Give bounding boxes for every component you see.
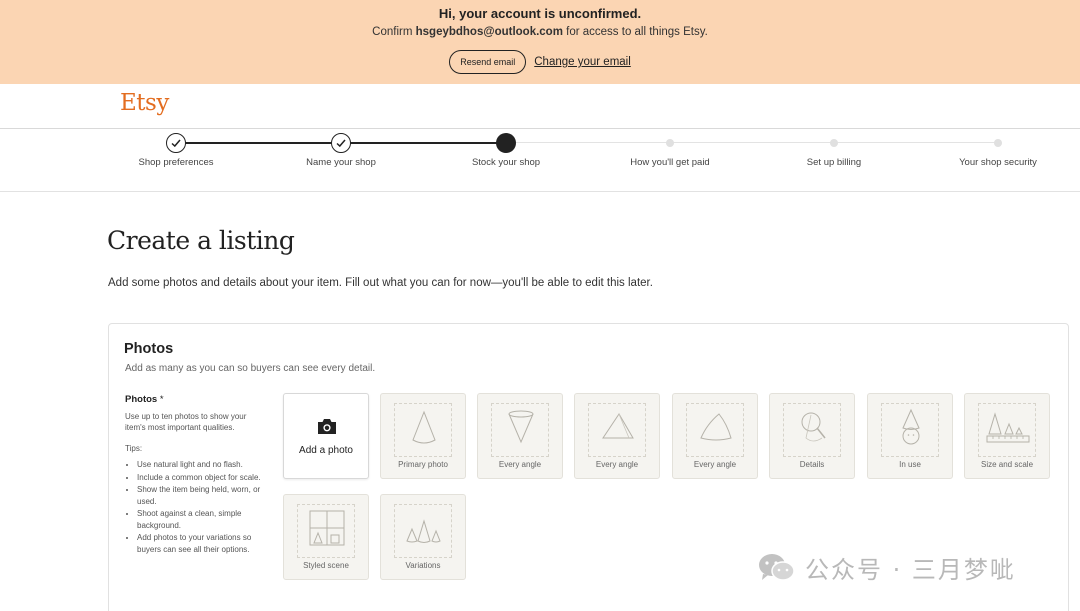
step-2-check-icon [331, 133, 351, 153]
change-email-link[interactable]: Change your email [534, 56, 631, 68]
slot-label: Details [799, 460, 825, 469]
slot-label: Size and scale [980, 460, 1034, 469]
add-photo-label: Add a photo [299, 445, 353, 456]
cone-icon [412, 410, 436, 444]
header-divider [0, 128, 1080, 129]
unconfirmed-account-banner: Hi, your account is unconfirmed. Confirm… [0, 0, 1080, 84]
ruler-icon [986, 412, 1030, 443]
photo-slot-in-use[interactable]: In use [867, 393, 953, 479]
tips-list: Use natural light and no flash. Include … [125, 459, 265, 555]
photos-guidance: Photos * Use up to ten photos to show yo… [125, 394, 265, 556]
photo-slot-every-angle[interactable]: Every angle [477, 393, 563, 479]
slot-label: Every angle [595, 460, 639, 469]
page-title: Create a listing [107, 226, 295, 255]
slot-label: Variations [405, 561, 441, 570]
page-subtitle: Add some photos and details about your i… [108, 277, 653, 289]
slot-label: Primary photo [398, 460, 448, 469]
etsy-logo[interactable]: Etsy [120, 90, 169, 116]
photo-slot-primary[interactable]: Primary photo [380, 393, 466, 479]
window-scene-icon [309, 510, 345, 546]
step-5-dot [830, 139, 838, 147]
photos-field-label-text: Photos [125, 394, 158, 405]
tip-item: Show the item being held, worn, or used. [137, 484, 265, 507]
tip-item: Use natural light and no flash. [137, 459, 265, 471]
stepper-divider [0, 191, 1080, 192]
step-label-shop-preferences[interactable]: Shop preferences [139, 157, 214, 168]
tip-item: Add photos to your variations so buyers … [137, 532, 265, 555]
cone-side-icon [602, 413, 634, 439]
photo-slot-details[interactable]: Details [769, 393, 855, 479]
banner-message: Confirm hsgeybdhos@outlook.com for acces… [0, 26, 1080, 38]
photos-section-subtitle: Add as many as you can so buyers can see… [125, 363, 376, 374]
add-photo-button[interactable]: Add a photo [283, 393, 369, 479]
photos-field-label: Photos * [125, 394, 265, 406]
banner-title: Hi, your account is unconfirmed. [438, 6, 642, 21]
banner-email: hsgeybdhos@outlook.com [415, 26, 563, 38]
wechat-watermark: 公众号 · 三月梦呲 [757, 550, 1016, 585]
banner-msg-prefix: Confirm [372, 26, 413, 38]
step-6-dot [994, 139, 1002, 147]
step-label-set-up-billing: Set up billing [806, 157, 862, 168]
step-label-stock-your-shop: Stock your shop [471, 157, 541, 168]
step-label-shop-security: Your shop security [959, 157, 1037, 168]
banner-actions: Resend email Change your email [0, 50, 1080, 74]
watermark-text: 公众号 · 三月梦呲 [805, 556, 1016, 584]
photo-slot-variations[interactable]: Variations [380, 494, 466, 580]
step-label-get-paid: How you'll get paid [630, 157, 710, 168]
magnifier-icon [801, 412, 826, 442]
photo-slot-every-angle[interactable]: Every angle [672, 393, 758, 479]
tips-label: Tips: [125, 443, 143, 453]
photos-section-title: Photos [124, 341, 174, 357]
resend-email-button[interactable]: Resend email [449, 50, 527, 74]
photo-slot-size-and-scale[interactable]: Size and scale [964, 393, 1050, 479]
slot-label: In use [899, 460, 921, 469]
slot-label: Styled scene [303, 561, 349, 570]
step-4-dot [666, 139, 674, 147]
slot-label: Every angle [693, 460, 737, 469]
step-label-name-your-shop[interactable]: Name your shop [306, 157, 376, 168]
tip-item: Include a common object for scale. [137, 472, 265, 484]
step-1-check-icon [166, 133, 186, 153]
banner-msg-suffix: for access to all things Etsy. [566, 26, 708, 38]
camera-icon [318, 419, 336, 434]
cone-variations-icon [406, 519, 441, 543]
photo-slot-styled-scene[interactable]: Styled scene [283, 494, 369, 580]
photos-field-description: Use up to ten photos to show your item's… [125, 411, 247, 433]
wechat-icon [759, 553, 795, 581]
step-3-current-dot [496, 133, 516, 153]
cone-person-icon [902, 408, 920, 445]
cone-tilted-icon [700, 413, 732, 441]
tip-item: Shoot against a clean, simple background… [137, 508, 265, 531]
required-star: * [159, 394, 164, 405]
photo-slot-every-angle[interactable]: Every angle [574, 393, 660, 479]
slot-label: Every angle [498, 460, 542, 469]
cone-inverted-icon [508, 410, 534, 444]
stepper-track-remaining [506, 142, 998, 143]
